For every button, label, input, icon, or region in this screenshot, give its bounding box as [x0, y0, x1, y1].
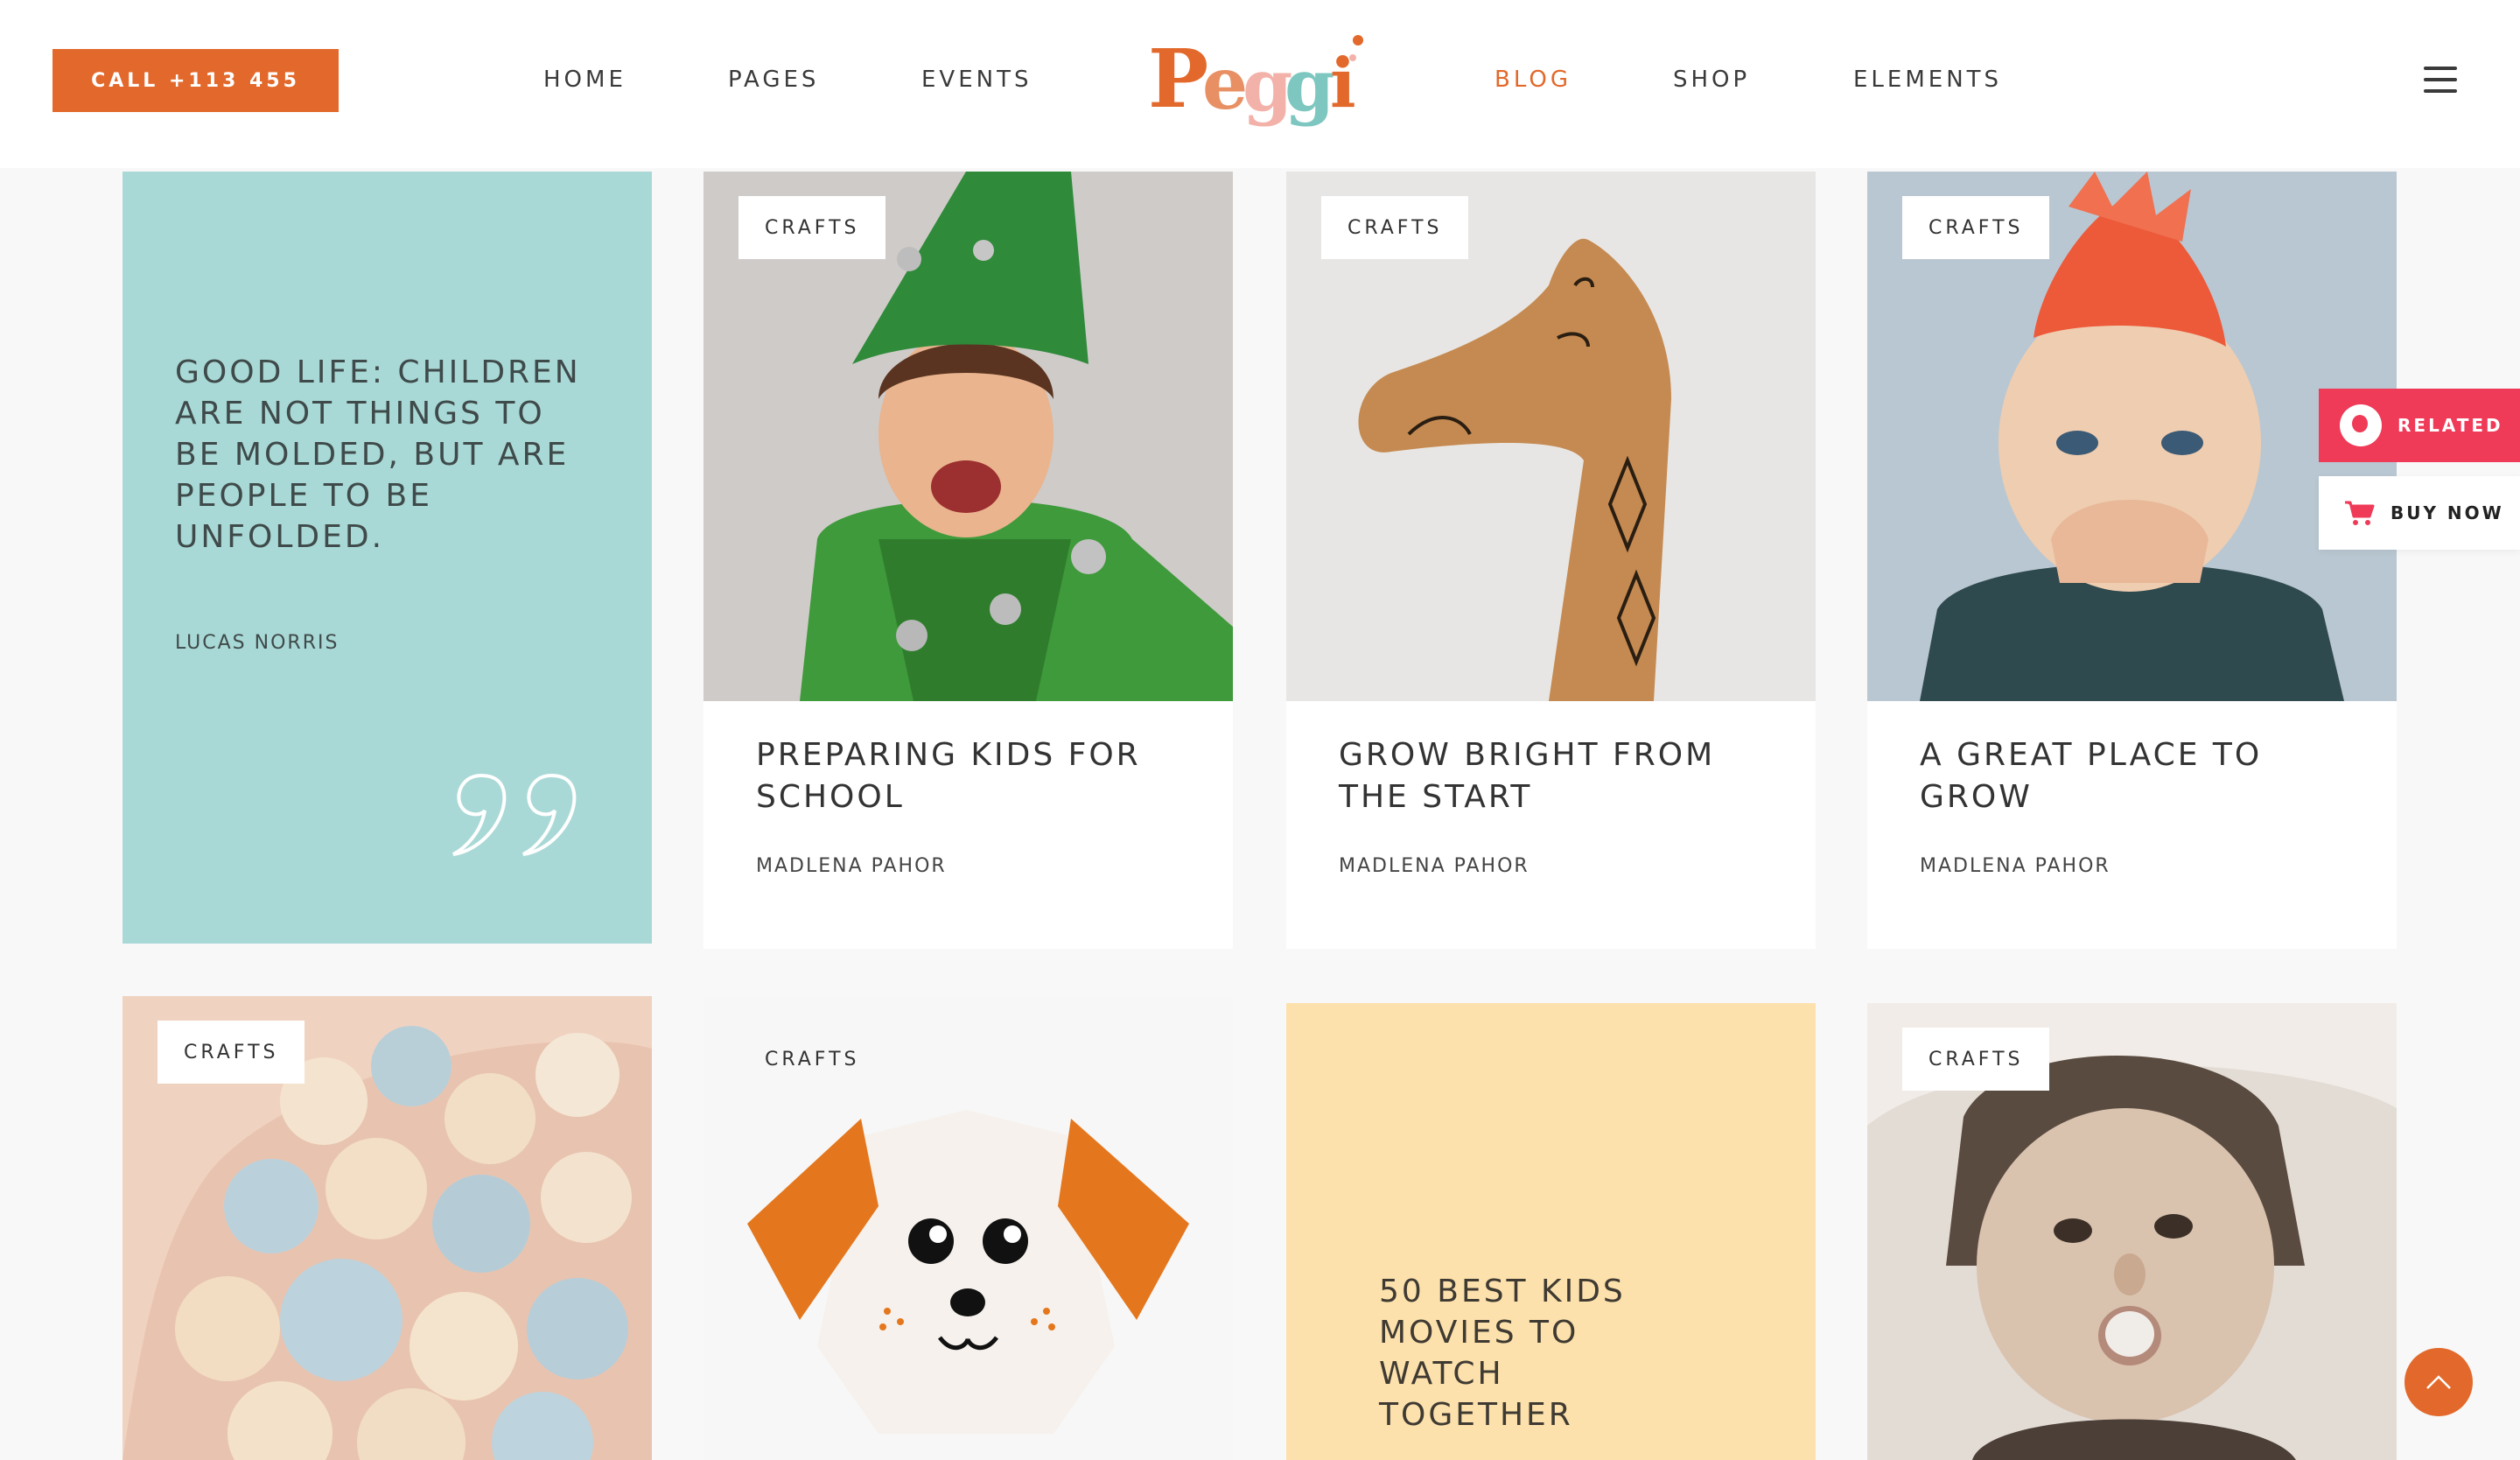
- svg-text:g: g: [1284, 44, 1334, 128]
- post-tag[interactable]: CRAFTS: [1902, 196, 2050, 259]
- quote-mark-icon: [446, 767, 604, 867]
- menu-hamburger-icon[interactable]: [2424, 67, 2457, 93]
- post-card[interactable]: CRAFTS PREPARING KIDS FOR SCHOOL MADLENA…: [704, 172, 1233, 949]
- post-author[interactable]: MADLENA PAHOR: [1920, 855, 2110, 877]
- site-header: CALL +113 455 HOME PAGES EVENTS P e g g …: [0, 0, 2520, 168]
- post-card[interactable]: CRAFTS A GREAT PLACE TO GROW MADLENA PAH…: [1867, 172, 2397, 949]
- post-tag[interactable]: CRAFTS: [158, 1021, 305, 1084]
- chevron-up-icon: [2426, 1375, 2451, 1389]
- svg-text:P: P: [1148, 32, 1208, 126]
- post-body: PREPARING KIDS FOR SCHOOL MADLENA PAHOR: [704, 701, 1233, 949]
- page: CALL +113 455 HOME PAGES EVENTS P e g g …: [0, 0, 2520, 1460]
- buy-now-label: BUY NOW: [2390, 502, 2504, 523]
- related-label: RELATED: [2398, 415, 2503, 436]
- text-post-card[interactable]: 50 BEST KIDS MOVIES TO WATCH TOGETHER: [1286, 1003, 1816, 1460]
- quote-author: LUCAS NORRIS: [175, 632, 340, 654]
- post-tag[interactable]: CRAFTS: [738, 1028, 886, 1091]
- quote-card: GOOD LIFE: CHILDREN ARE NOT THINGS TO BE…: [122, 172, 652, 944]
- nav-item-pages[interactable]: PAGES: [728, 65, 819, 95]
- post-card[interactable]: CRAFTS: [1867, 1003, 2397, 1460]
- text-post-title[interactable]: 50 BEST KIDS MOVIES TO WATCH TOGETHER: [1379, 1271, 1694, 1435]
- post-card[interactable]: CRAFTS GROW BRIGHT FROM THE START MADLEN…: [1286, 172, 1816, 949]
- scroll-to-top-button[interactable]: [2404, 1348, 2473, 1416]
- post-body: GROW BRIGHT FROM THE START MADLENA PAHOR: [1286, 701, 1816, 949]
- call-button[interactable]: CALL +113 455: [52, 49, 339, 112]
- buy-now-button[interactable]: BUY NOW: [2319, 476, 2520, 550]
- post-card[interactable]: CRAFTS: [122, 996, 652, 1460]
- post-title[interactable]: A GREAT PLACE TO GROW: [1920, 734, 2348, 818]
- post-title[interactable]: GROW BRIGHT FROM THE START: [1339, 734, 1768, 818]
- post-card[interactable]: CRAFTS: [704, 996, 1233, 1460]
- nav-item-events[interactable]: EVENTS: [921, 65, 1032, 95]
- post-author[interactable]: MADLENA PAHOR: [1339, 855, 1530, 877]
- related-button[interactable]: RELATED: [2319, 389, 2520, 462]
- post-title[interactable]: PREPARING KIDS FOR SCHOOL: [756, 734, 1185, 818]
- nav-item-shop[interactable]: SHOP: [1673, 65, 1750, 95]
- nav-item-elements[interactable]: ELEMENTS: [1853, 65, 2002, 95]
- post-tag[interactable]: CRAFTS: [1902, 1028, 2050, 1091]
- post-tag[interactable]: CRAFTS: [738, 196, 886, 259]
- post-author[interactable]: MADLENA PAHOR: [756, 855, 947, 877]
- svg-text:e: e: [1202, 42, 1248, 126]
- site-logo[interactable]: P e g g i: [1144, 23, 1381, 137]
- nav-item-blog[interactable]: BLOG: [1494, 65, 1572, 95]
- post-body: A GREAT PLACE TO GROW MADLENA PAHOR: [1867, 701, 2397, 949]
- nav-item-home[interactable]: HOME: [543, 65, 626, 95]
- cart-icon: [2343, 499, 2375, 527]
- quote-text: GOOD LIFE: CHILDREN ARE NOT THINGS TO BE…: [175, 354, 581, 555]
- post-tag[interactable]: CRAFTS: [1321, 196, 1469, 259]
- related-icon: [2340, 404, 2382, 446]
